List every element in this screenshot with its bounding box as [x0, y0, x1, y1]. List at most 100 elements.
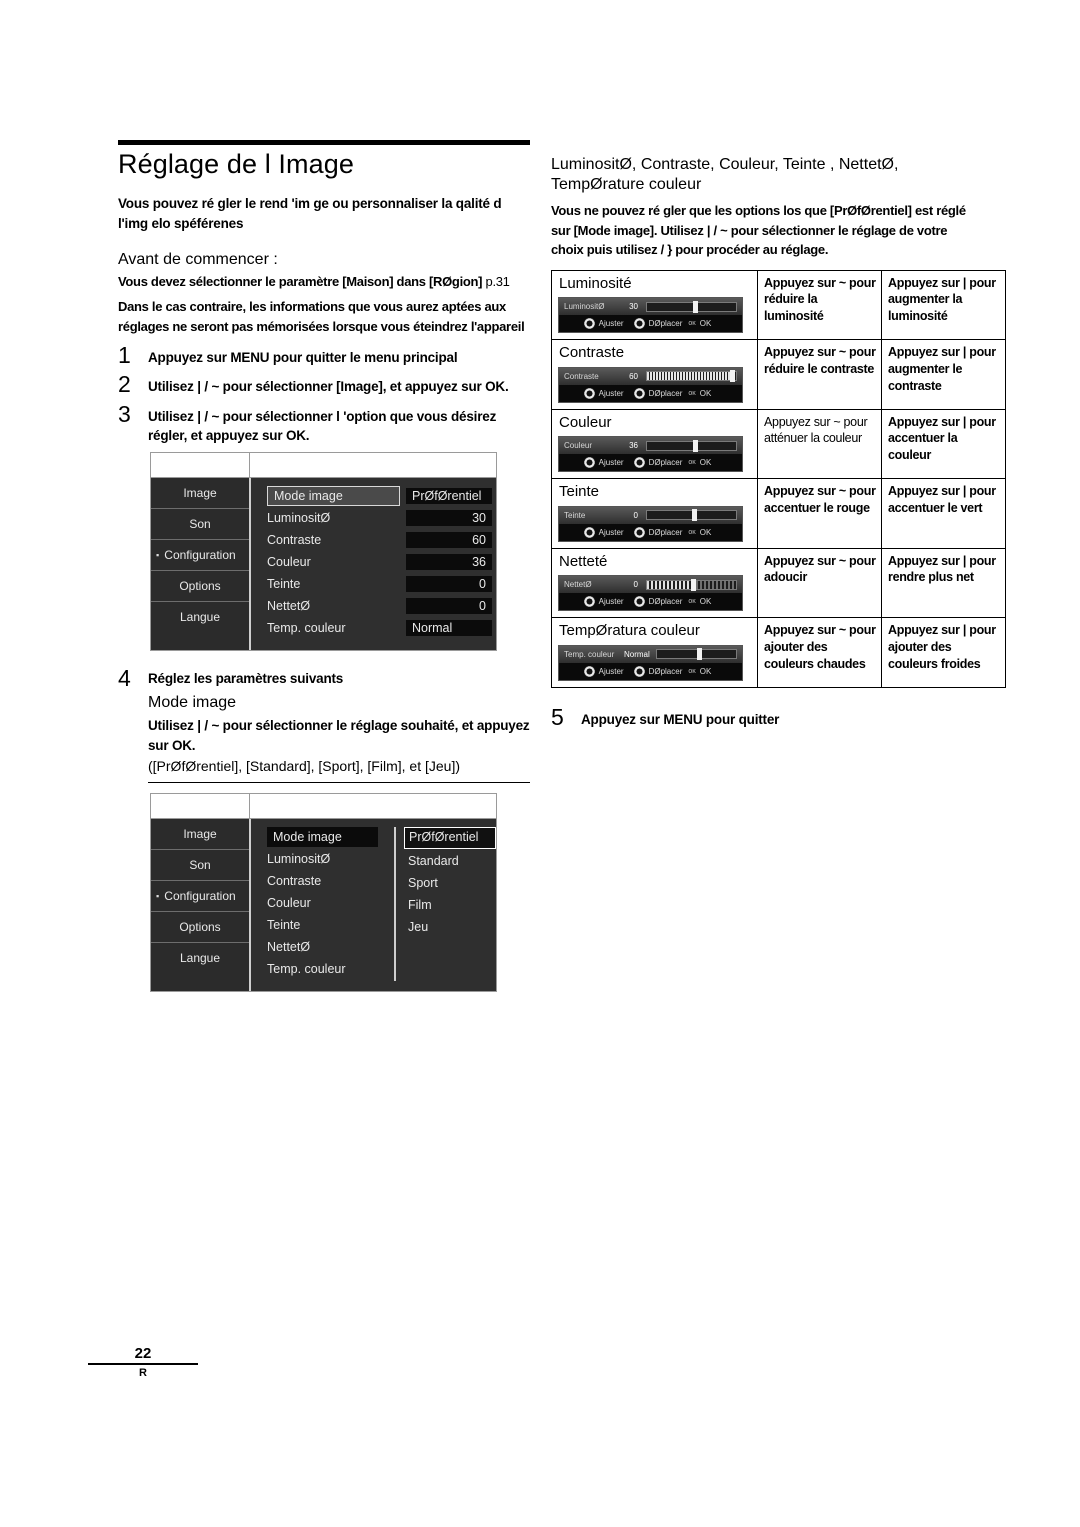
osd-slider-track[interactable]: [646, 300, 737, 313]
increase-text: Appuyez sur | pour rendre plus net: [888, 553, 996, 585]
osd-widget-couleur: Couleur 36 Ajuster DØplacer oĸ OK: [558, 436, 743, 472]
tv-menu-2-row-luminosite[interactable]: LuminositØ: [251, 849, 394, 869]
tv-menu-1-sidebar-item-langue[interactable]: Langue: [151, 602, 249, 632]
tv-menu-1-row-nettete[interactable]: NettetØ 0: [251, 596, 496, 616]
tv-menu-1-value-nettete[interactable]: 0: [406, 598, 492, 615]
osd-slider-row: LuminositØ 30: [559, 298, 742, 315]
increase-text: Appuyez sur | pour accentuer la couleur: [888, 414, 996, 463]
tv-menu-2-sidebar-item-image[interactable]: Image: [151, 819, 249, 850]
tv-menu-1-row-mode-image[interactable]: Mode image PrØfØrentiel: [251, 486, 496, 507]
tv-menu-1-label-mode-image: Mode image: [267, 486, 400, 507]
osd-slider-track[interactable]: [646, 509, 737, 521]
osd-hint-row: Ajuster DØplacer oĸ OK: [559, 523, 742, 541]
ok-key-icon: oĸ: [688, 459, 696, 466]
osd-slider-track[interactable]: [646, 439, 737, 452]
osd-hint-adjust: Ajuster: [598, 597, 624, 606]
tv-menu-2-options: PrØfØrentiel Standard Sport Film Jeu: [396, 826, 496, 981]
step-4-body: Utilisez | / ~ pour sélectionner le régl…: [148, 718, 530, 754]
tv-menu-1-value-temp-couleur[interactable]: Normal: [406, 620, 492, 637]
tv-menu-2-row-couleur[interactable]: Couleur: [251, 893, 394, 913]
decrease-text: Appuyez sur ~ pour ajouter des couleurs …: [764, 623, 876, 671]
osd-slider-track[interactable]: [646, 370, 737, 382]
osd-slider-knob[interactable]: [693, 300, 699, 313]
tv-menu-2-label-mode-image: Mode image: [267, 826, 378, 847]
osd-value: 0: [633, 510, 638, 520]
tv-menu-1-value-mode-image[interactable]: PrØfØrentiel: [406, 488, 492, 505]
tv-menu-1-items: Mode image PrØfØrentiel LuminositØ 30 Co…: [251, 478, 496, 650]
tv-menu-1-row-teinte[interactable]: Teinte 0: [251, 574, 496, 594]
tv-menu-2-sidebar-item-langue[interactable]: Langue: [151, 943, 249, 973]
step-2-text: Utilisez | / ~ pour sélectionner [Image]…: [148, 379, 509, 395]
osd-widget-teinte: Teinte 0 Ajuster DØplacer oĸ OK: [558, 505, 743, 542]
osd-slider-row: NettetØ 0: [559, 576, 742, 593]
tv-menu-1-row-temp-couleur[interactable]: Temp. couleur Normal: [251, 618, 496, 638]
control-cell-teinte: Teinte Teinte 0 Ajuster DØplacer oĸ OK: [551, 478, 758, 549]
osd-hint-move: DØplacer: [648, 319, 683, 328]
osd-hint-move: DØplacer: [648, 666, 683, 676]
tv-menu-2-row-mode-image[interactable]: Mode image: [251, 826, 394, 847]
tv-menu-2-topbar-left: [151, 793, 250, 818]
osd-slider-knob[interactable]: [690, 578, 696, 591]
tv-menu-2-option-film[interactable]: Film: [404, 895, 496, 915]
tv-menu-1-sidebar-item-son[interactable]: Son: [151, 509, 249, 541]
dpad-icon: [633, 318, 645, 329]
ok-key-icon: oĸ: [688, 598, 696, 605]
tv-menu-1-label-nettete: NettetØ: [267, 599, 311, 614]
tv-menu-2-sidebar-item-options[interactable]: Options: [151, 912, 249, 943]
picture-controls-table: Luminosité LuminositØ 30 Ajuster DØplace…: [551, 269, 1006, 688]
tv-menu-2-option-preferentiel[interactable]: PrØfØrentiel: [404, 826, 496, 849]
tv-menu-2-row-contraste[interactable]: Contraste: [251, 871, 394, 891]
osd-slider-knob[interactable]: [693, 439, 699, 452]
tv-menu-1-value-teinte[interactable]: 0: [406, 576, 492, 593]
osd-slider-fill: [647, 580, 692, 589]
tv-menu-2-sidebar-item-son[interactable]: Son: [151, 850, 249, 881]
tv-menu-2-sidebar: Image Son Configuration Options Langue: [151, 818, 251, 991]
tv-menu-1-label-luminosite: LuminositØ: [267, 511, 331, 526]
osd-hint-adjust: Ajuster: [598, 388, 624, 398]
osd-label: Temp. couleur: [564, 649, 615, 659]
osd-hint-row: Ajuster DØplacer oĸ OK: [559, 662, 742, 680]
tv-menu-2-sidebar-item-configuration[interactable]: Configuration: [151, 881, 249, 912]
osd-slider-knob[interactable]: [691, 509, 697, 521]
tv-menu-2-row-temp-couleur[interactable]: Temp. couleur: [251, 959, 394, 979]
tv-menu-1-sidebar-item-image[interactable]: Image: [151, 478, 249, 510]
tv-menu-2-option-jeu[interactable]: Jeu: [404, 917, 496, 937]
control-increase-luminosite: Appuyez sur | pour augmenter la luminosi…: [881, 269, 1006, 340]
tv-menu-1-row-luminosite[interactable]: LuminositØ 30: [251, 508, 496, 528]
page-title: Réglage de l Image: [118, 149, 354, 179]
osd-hint-ok: OK: [699, 388, 712, 398]
control-name-contraste: Contraste: [559, 344, 625, 361]
control-decrease-temperature-couleur: Appuyez sur ~ pour ajouter des couleurs …: [757, 617, 882, 688]
step-3: 3 Utilisez | / ~ pour sélectionner l 'op…: [118, 401, 530, 446]
tv-menu-2-option-sport[interactable]: Sport: [404, 873, 496, 893]
osd-slider-track[interactable]: [656, 648, 737, 660]
control-decrease-luminosite: Appuyez sur ~ pour réduire la luminosité: [757, 269, 882, 340]
tv-menu-2-row-nettete[interactable]: NettetØ: [251, 937, 394, 957]
tv-menu-2-topbar: [151, 793, 496, 819]
tv-menu-1-value-couleur[interactable]: 36: [406, 554, 492, 571]
tv-menu-2-option-standard[interactable]: Standard: [404, 851, 496, 871]
tv-menu-1-topbar: [151, 453, 496, 479]
increase-text: Appuyez sur | pour augmenter la luminosi…: [888, 275, 996, 324]
tv-menu-2-label-teinte: Teinte: [267, 917, 301, 932]
step-4-subheading: Mode image: [148, 694, 237, 712]
tv-menu-1-value-luminosite[interactable]: 30: [406, 510, 492, 527]
tv-menu-screenshot-1: Image Son Configuration Options Langue M…: [150, 452, 497, 652]
tv-menu-1-value-contraste[interactable]: 60: [406, 532, 492, 549]
step-4-number: 4: [118, 665, 131, 692]
step-3-number: 3: [118, 400, 131, 427]
osd-slider-row: Couleur 36: [559, 437, 742, 454]
tv-menu-2-row-teinte[interactable]: Teinte: [251, 915, 394, 935]
step-2-number: 2: [118, 371, 131, 398]
osd-slider-knob[interactable]: [729, 370, 735, 382]
tv-menu-1-sidebar-item-options[interactable]: Options: [151, 571, 249, 603]
control-name-teinte: Teinte: [559, 483, 600, 500]
control-increase-nettete: Appuyez sur | pour rendre plus net: [881, 547, 1006, 618]
osd-slider-knob[interactable]: [696, 648, 702, 660]
tv-menu-1-row-contraste[interactable]: Contraste 60: [251, 530, 496, 550]
tv-menu-1-row-couleur[interactable]: Couleur 36: [251, 552, 496, 572]
osd-label: LuminositØ: [564, 302, 605, 311]
osd-slider-track[interactable]: [646, 578, 737, 591]
tv-menu-1-sidebar-item-configuration[interactable]: Configuration: [151, 540, 249, 572]
increase-text: Appuyez sur | pour ajouter des couleurs …: [888, 623, 996, 671]
